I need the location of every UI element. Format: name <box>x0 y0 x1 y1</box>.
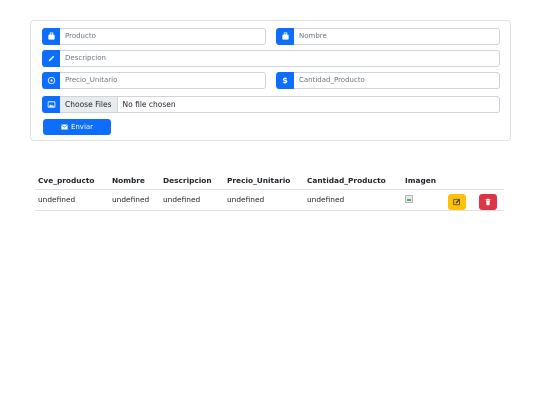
table-row: undefined undefined undefined undefined … <box>35 189 504 211</box>
enviar-button[interactable]: Enviar <box>43 119 111 135</box>
products-table: Cve_producto Nombre Descripcion Precio_U… <box>35 172 504 211</box>
cantidad-input[interactable]: Cantidad_Producto <box>294 72 500 89</box>
image-icon <box>42 96 60 113</box>
col-edit <box>445 172 476 190</box>
cell-cantidad: undefined <box>304 189 402 211</box>
box-icon <box>42 28 60 45</box>
precio-group: Precio_Unitario <box>42 72 266 89</box>
col-descripcion: Descripcion <box>160 172 224 190</box>
pencil-icon <box>42 50 60 67</box>
col-cantidad-producto: Cantidad_Producto <box>304 172 402 190</box>
broken-image-icon <box>405 194 413 203</box>
currency-circle-icon <box>42 72 60 89</box>
choose-files-button[interactable]: Choose Files <box>60 97 118 112</box>
cell-precio: undefined <box>224 189 304 211</box>
edit-icon <box>453 198 460 205</box>
box-icon <box>276 28 294 45</box>
col-imagen: Imagen <box>402 172 445 190</box>
file-input[interactable]: Choose Files No file chosen <box>60 96 500 113</box>
cell-edit <box>445 189 476 211</box>
cell-cve: undefined <box>35 189 109 211</box>
descripcion-input[interactable]: Descripcion <box>60 50 500 67</box>
cell-descripcion: undefined <box>160 189 224 211</box>
producto-group: Producto <box>42 28 266 45</box>
delete-button[interactable] <box>479 193 497 210</box>
edit-button[interactable] <box>448 193 466 210</box>
imagen-group: Choose Files No file chosen <box>42 96 500 113</box>
cell-delete <box>476 189 504 211</box>
precio-input[interactable]: Precio_Unitario <box>60 72 266 89</box>
descripcion-group: Descripcion <box>42 50 500 67</box>
trash-icon <box>485 198 491 205</box>
table-header: Cve_producto Nombre Descripcion Precio_U… <box>35 172 504 190</box>
cell-imagen <box>402 189 445 211</box>
enviar-label: Enviar <box>70 123 94 131</box>
col-delete <box>476 172 504 190</box>
envelope-icon <box>61 124 68 130</box>
cell-nombre: undefined <box>109 189 160 211</box>
producto-input[interactable]: Producto <box>60 28 266 45</box>
col-precio-unitario: Precio_Unitario <box>224 172 304 190</box>
col-cve-producto: Cve_producto <box>35 172 109 190</box>
nombre-group: Nombre <box>276 28 500 45</box>
product-form: Producto Nombre Descripcion Precio_Unita… <box>30 20 511 141</box>
nombre-input[interactable]: Nombre <box>294 28 500 45</box>
col-nombre: Nombre <box>109 172 160 190</box>
dollar-icon: $ <box>276 72 294 89</box>
cantidad-group: $ Cantidad_Producto <box>276 72 500 89</box>
file-status: No file chosen <box>122 100 176 109</box>
